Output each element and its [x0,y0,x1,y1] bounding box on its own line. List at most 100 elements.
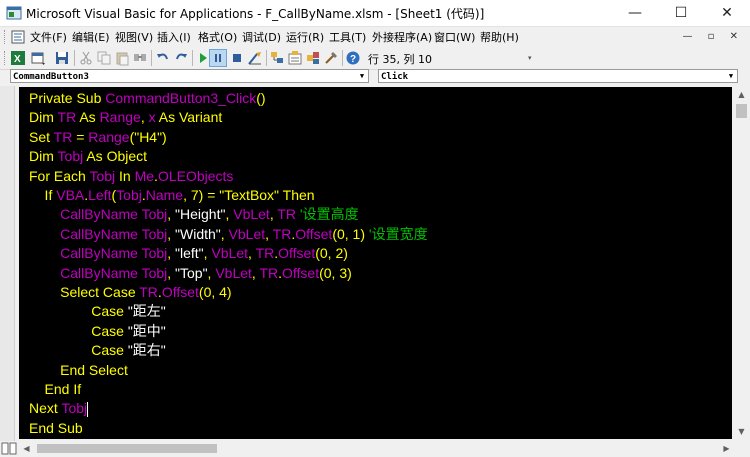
save-icon[interactable] [54,50,70,66]
code-token: For Each [29,167,90,184]
code-line[interactable]: Private Sub CommandButton3_Click() [29,89,266,108]
code-line[interactable]: Case "距中" [29,322,166,341]
properties-icon[interactable] [287,50,303,66]
paste-icon[interactable] [114,50,130,66]
code-token: , [265,225,273,242]
mdi-window-controls[interactable]: — ▫ ✕ [682,31,744,42]
toolbar-separator [192,50,193,66]
menu-format[interactable]: 格式(O) [198,29,237,45]
scroll-up-icon[interactable]: ▲ [734,87,749,102]
menu-tools[interactable]: 工具(T) [329,29,366,45]
code-token: () [256,90,266,106]
code-line[interactable]: CallByName Tobj, "Width", VbLet, TR.Offs… [29,225,427,244]
code-window-icon[interactable] [10,29,26,45]
code-window[interactable]: Private Sub CommandButton3_Click() Dim TR… [19,87,732,439]
vertical-scrollbar[interactable]: ▲ ▼ [734,87,749,439]
insert-module-icon[interactable] [30,50,46,66]
code-token: VBA [56,187,85,203]
code-line[interactable]: Dim Tobj As Object [29,147,147,166]
menu-insert[interactable]: 插入(I) [157,29,191,45]
cursor-position-label: 行 35, 列 10 [368,53,432,66]
toolbox-icon[interactable] [323,50,339,66]
code-line[interactable]: CallByName Tobj, "Top", VbLet, TR.Offset… [29,264,352,283]
code-line[interactable]: End Select [29,361,128,380]
code-line[interactable]: CallByName Tobj, "Height", VbLet, TR '设置… [29,205,358,224]
view-toggle-icon[interactable] [1,441,17,456]
code-line[interactable]: If VBA.Left(Tobj.Name, 7) = "TextBox" Th… [29,186,315,205]
menu-view[interactable]: 视图(V) [115,29,153,45]
menu-debug[interactable]: 调试(D) [242,29,281,45]
code-token: Tobj [89,167,116,184]
undo-icon[interactable] [155,50,171,66]
chevron-down-icon[interactable]: ▼ [357,71,367,81]
chevron-down-icon[interactable]: ▼ [726,71,736,81]
toolbar-grip[interactable] [4,51,8,65]
scroll-left-icon[interactable]: ◀ [19,441,34,456]
code-line[interactable]: Case "距右" [29,341,166,360]
project-explorer-icon[interactable] [269,50,285,66]
redo-icon[interactable] [173,50,189,66]
code-line[interactable]: Dim TR As Range, x As Variant [29,108,222,127]
code-token: Dim [29,148,58,165]
code-line[interactable]: Next Tobj [29,399,89,418]
menu-window[interactable]: 窗口(W) [434,29,475,45]
code-line[interactable]: Case "距左" [29,302,166,321]
code-token: TR [53,128,73,145]
code-token: TR [277,206,297,223]
toolbar-separator [151,50,152,66]
scroll-right-icon[interactable]: ▶ [719,441,734,456]
toolbar-overflow-icon[interactable]: ▾ [528,49,536,67]
maximize-button[interactable]: ☐ [658,0,704,26]
code-token: "Height" [175,206,226,223]
excel-view-icon[interactable]: X [10,50,26,66]
copy-icon[interactable] [96,50,112,66]
code-token: Left [88,187,112,203]
code-token: , 7) = "TextBox" Then [183,187,315,203]
code-token: "距中" [127,322,166,339]
find-icon[interactable] [132,50,148,66]
cut-icon[interactable] [78,50,94,66]
design-mode-icon[interactable] [247,50,263,66]
code-token: "距左" [127,303,166,320]
menu-help[interactable]: 帮助(H) [480,29,519,45]
code-line[interactable]: Set TR = Range("H4") [29,128,167,147]
menu-run[interactable]: 运行(R) [286,29,324,45]
close-button[interactable]: ✕ [704,0,750,26]
object-dropdown[interactable]: CommandButton3 ▼ [10,69,369,83]
standard-toolbar: X ? 行 35, 列 10 ▾ [0,47,540,70]
breakpoint-margin[interactable] [0,86,15,441]
object-browser-icon[interactable] [305,50,321,66]
code-token: CallByName [29,225,142,242]
minimize-button[interactable]: — [612,0,658,26]
code-token: CallByName [29,206,142,223]
menubar-grip[interactable] [4,30,8,44]
code-token: End Select [29,361,128,378]
help-icon[interactable]: ? [345,50,361,66]
code-token: Case [29,303,128,320]
code-token: , [167,206,176,223]
break-icon[interactable] [209,49,227,67]
run-icon[interactable] [195,50,211,66]
code-token: VbLet [215,264,252,281]
code-token: Tobj [141,225,168,242]
menu-addins[interactable]: 外接程序(A) [372,29,432,45]
code-line[interactable]: CallByName Tobj, "left", VbLet, TR.Offse… [29,244,348,263]
code-line[interactable]: End If [29,380,82,399]
code-line[interactable]: Select Case TR.Offset(0, 4) [29,283,231,302]
menu-file[interactable]: 文件(F) [30,29,67,45]
scrollbar-thumb[interactable] [37,444,217,453]
procedure-dropdown[interactable]: Click ▼ [378,69,738,83]
code-token: VbLet [233,206,270,223]
toolbar-separator [74,50,75,66]
reset-icon[interactable] [229,50,245,66]
code-line[interactable]: End Sub [29,419,83,438]
scroll-down-icon[interactable]: ▼ [734,424,749,439]
scrollbar-thumb[interactable] [736,104,747,118]
code-line[interactable]: For Each Tobj In Me.OLEObjects [29,167,233,186]
toolbar-separator [342,50,343,66]
code-token: Offset [278,245,316,262]
menu-edit[interactable]: 编辑(E) [72,29,110,45]
code-token: , [248,245,256,262]
code-token: Me [134,167,155,184]
horizontal-scrollbar[interactable]: ◀ ▶ [19,441,734,456]
